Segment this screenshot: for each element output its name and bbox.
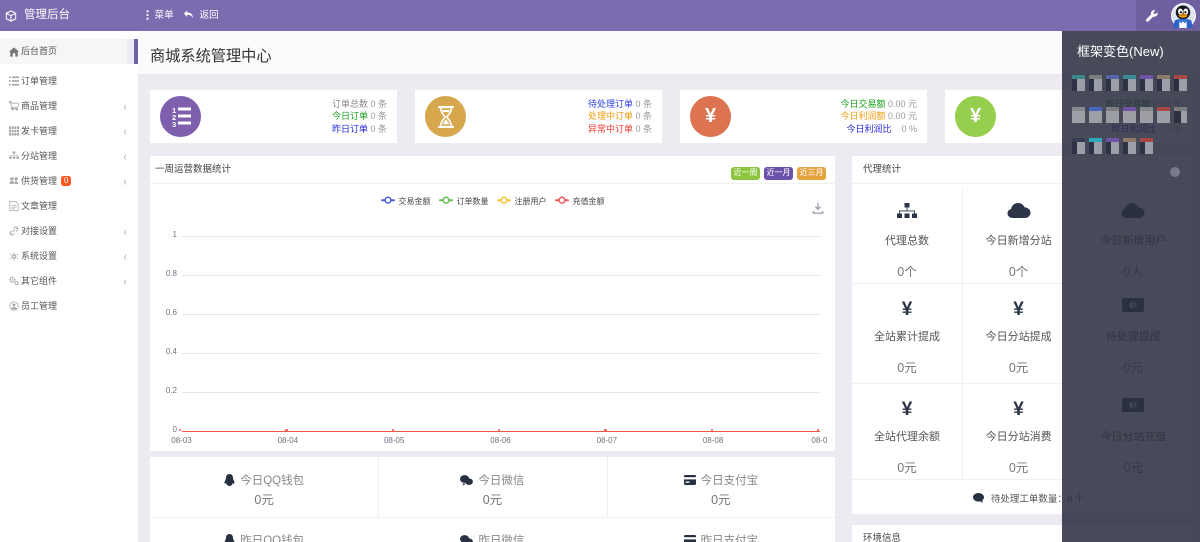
- svg-text:3: 3: [172, 120, 176, 127]
